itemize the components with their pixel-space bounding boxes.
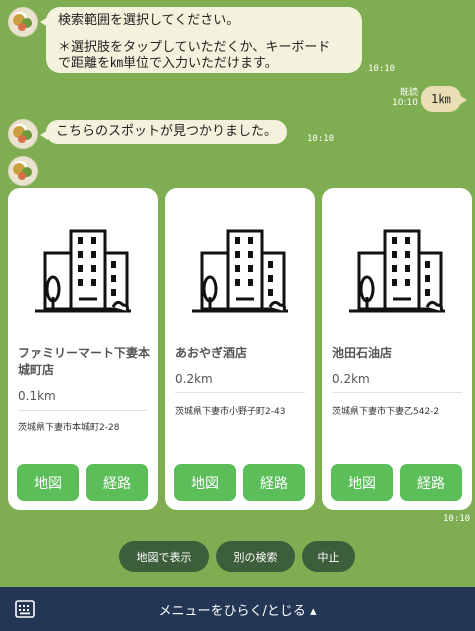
route-button[interactable]: 経路	[400, 464, 462, 501]
building-icon	[8, 208, 158, 338]
route-button[interactable]: 経路	[86, 464, 148, 501]
divider	[332, 392, 462, 393]
spot-distance: 0.2km	[175, 372, 213, 386]
spot-distance: 0.2km	[332, 372, 370, 386]
spot-card: 池田石油店 0.2km 茨城県下妻市下妻乙542-2 地図 経路	[322, 188, 472, 510]
bot-avatar	[8, 156, 38, 186]
message-timestamp: 10:10	[368, 64, 396, 74]
bot-message-results: こちらのスポットが見つかりました。	[39, 120, 288, 144]
spot-address: 茨城県下妻市小野子町2-43	[175, 407, 286, 417]
keyboard-icon[interactable]	[15, 600, 35, 618]
read-label: 既読	[399, 88, 418, 98]
spot-distance: 0.1km	[18, 389, 56, 403]
route-button[interactable]: 経路	[243, 464, 305, 501]
map-button[interactable]: 地図	[174, 464, 236, 501]
read-receipt: 既読 10:10	[388, 88, 418, 108]
chat-area: 検索範囲を選択してください。 ＊選択肢をタップしていただくか、キーボード で距離…	[0, 0, 475, 587]
bot-avatar	[8, 7, 38, 37]
menu-toggle-label: メニューをひらく/とじる ▴	[158, 603, 317, 619]
spot-address: 茨城県下妻市下妻乙542-2	[332, 407, 440, 417]
spot-address: 茨城県下妻市本城町2-28	[18, 423, 120, 433]
bot-avatar	[8, 119, 38, 149]
message-timestamp: 10:10	[392, 98, 418, 108]
message-line: 検索範囲を選択してください。	[58, 13, 240, 28]
rich-menu-toggle-bar[interactable]: メニューをひらく/とじる ▴	[0, 587, 475, 631]
message-line: ＊選択肢をタップしていただくか、キーボード	[58, 40, 331, 55]
building-icon	[322, 208, 472, 338]
map-button[interactable]: 地図	[331, 464, 393, 501]
spot-name: ファミリーマート下妻本城町店	[18, 346, 151, 377]
message-timestamp: 10:10	[307, 134, 335, 144]
quick-reply-show-map[interactable]: 地図で表示	[119, 541, 209, 572]
divider	[18, 410, 148, 411]
spot-name: あおやぎ酒店	[175, 346, 248, 360]
quick-reply-cancel[interactable]: 中止	[302, 541, 355, 572]
spot-card: ファミリーマート下妻本城町店 0.1km 茨城県下妻市本城町2-28 地図 経路	[8, 188, 158, 510]
spot-name: 池田石油店	[332, 346, 393, 360]
message-line: で距離を㎞単位で入力いただけます。	[58, 56, 278, 71]
user-message: 1㎞	[421, 86, 467, 112]
map-button[interactable]: 地図	[17, 464, 79, 501]
spot-card: あおやぎ酒店 0.2km 茨城県下妻市小野子町2-43 地図 経路	[165, 188, 315, 510]
bot-message-instructions: 検索範囲を選択してください。 ＊選択肢をタップしていただくか、キーボード で距離…	[40, 7, 362, 73]
quick-reply-other-search[interactable]: 別の検索	[216, 541, 295, 572]
message-timestamp: 10:10	[443, 514, 471, 524]
building-icon	[165, 208, 315, 338]
divider	[175, 392, 305, 393]
